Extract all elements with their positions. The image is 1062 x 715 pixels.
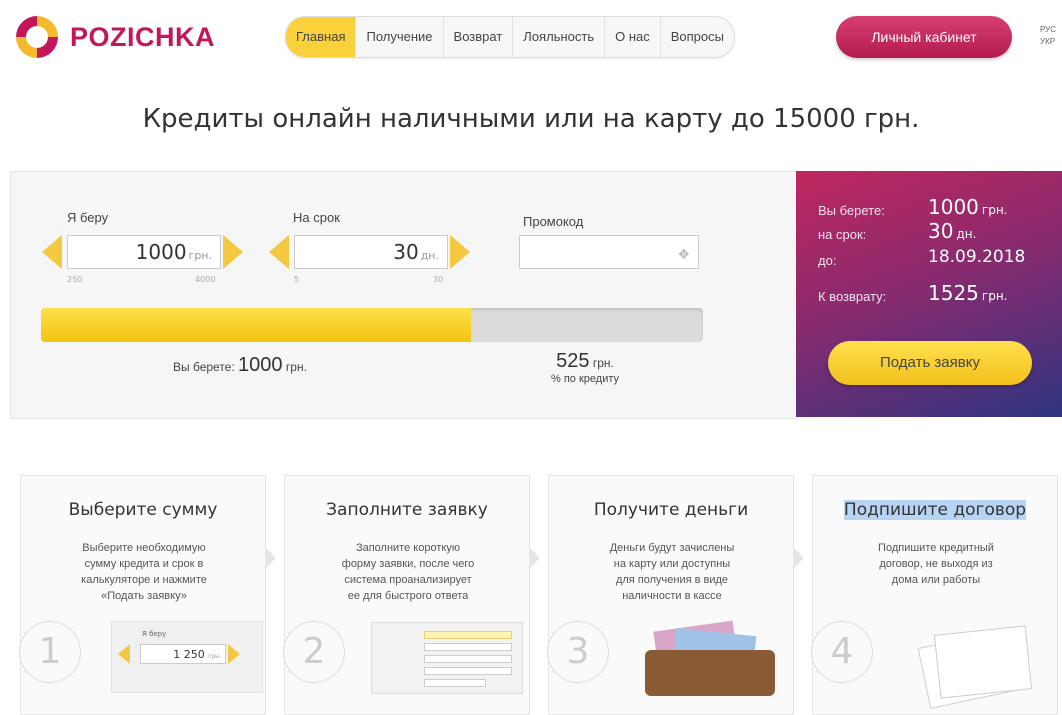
amount-decrease-arrow-icon[interactable] <box>42 235 62 269</box>
logo[interactable]: POZICHKA <box>10 10 215 64</box>
interest-summary: 525 грн. % по кредиту <box>535 350 635 385</box>
nav-item-home[interactable]: Главная <box>286 17 357 57</box>
mini-amount-value: 1 250 <box>173 648 205 661</box>
result-return-unit: грн. <box>981 289 1008 303</box>
lang-ua[interactable]: УКР <box>1040 36 1056 48</box>
lang-ru[interactable]: РУС <box>1040 24 1056 36</box>
step-connector-arrow-icon <box>266 548 276 568</box>
interest-caption: % по кредиту <box>551 373 619 385</box>
step-connector-arrow-icon <box>794 548 804 568</box>
result-until-label: до: <box>818 253 837 268</box>
result-term-label: на срок: <box>818 227 867 242</box>
result-return-amount: 1525 <box>928 281 979 305</box>
summary-amount-value: 1000 <box>238 354 283 376</box>
interest-unit: грн. <box>592 356 614 370</box>
amount-label: Я беру <box>67 210 109 225</box>
term-min: 5 <box>294 275 300 284</box>
mini-amount-unit: грн. <box>208 653 221 660</box>
step-title-text: Подпишите договор <box>843 500 1027 520</box>
term-max: 30 <box>433 275 444 284</box>
term-increase-arrow-icon[interactable] <box>450 235 470 269</box>
mini-amount-label: Я беру <box>142 630 167 638</box>
step-title: Выберите сумму <box>68 500 218 520</box>
nav-item-loyalty[interactable]: Лояльность <box>513 17 606 57</box>
result-take-value: 1000 грн. <box>928 195 1008 219</box>
summary-prefix: Вы берете: <box>173 360 235 374</box>
result-until-value: 18.09.2018 <box>928 247 1026 267</box>
step-number: 4 <box>811 621 873 683</box>
promo-label: Промокод <box>523 214 584 229</box>
wallet-money-icon <box>645 620 785 696</box>
interest-value: 525 <box>556 350 590 372</box>
step-title: Подпишите договор <box>813 500 1057 520</box>
step-illustration-calculator: Я беру 1 250 грн. <box>111 621 263 693</box>
step-description: Заполните короткую форму заявки, после ч… <box>341 542 475 602</box>
step-number: 1 <box>19 621 81 683</box>
amount-increase-arrow-icon[interactable] <box>223 235 243 269</box>
step-title: Заполните заявку <box>326 500 488 520</box>
loan-calculator: Я беру 1000 грн. 250 4000 На срок 30 дн. 5… <box>10 171 798 419</box>
summary-amount-unit: грн. <box>285 360 307 374</box>
step-illustration-form <box>371 622 523 694</box>
nav-item-about[interactable]: О нас <box>605 17 661 57</box>
nav-item-receiving[interactable]: Получение <box>356 17 444 57</box>
step-card-4: Подпишите договор Подпишите кредитный до… <box>811 475 1058 715</box>
result-take-label: Вы берете: <box>818 203 885 218</box>
step-description: Деньги будут зачислены на карту или дост… <box>609 542 735 602</box>
step-description: Выберите необходимую сумму кредита и сро… <box>81 542 207 602</box>
result-take-amount: 1000 <box>928 195 979 219</box>
step-description: Подпишите кредитный договор, не выходя и… <box>878 542 994 586</box>
step-connector-arrow-icon <box>530 548 540 568</box>
main-nav: Главная Получение Возврат Лояльность О н… <box>285 16 735 58</box>
promo-input[interactable]: ❖ <box>519 235 699 269</box>
amount-min: 250 <box>67 275 83 284</box>
result-take-unit: грн. <box>981 203 1008 217</box>
step-title: Получите деньги <box>593 500 749 520</box>
result-term-value: 30 дн. <box>928 219 976 243</box>
result-return-label: К возврату: <box>818 289 887 304</box>
result-term-amount: 30 <box>928 219 954 243</box>
term-unit: дн. <box>420 249 439 262</box>
mini-arrow-right-icon <box>228 644 240 664</box>
amount-slider[interactable] <box>41 308 703 342</box>
summary-amount: Вы берете: 1000 грн. <box>173 354 307 377</box>
result-term-unit: дн. <box>956 227 977 241</box>
personal-cabinet-button[interactable]: Личный кабинет <box>836 16 1012 58</box>
term-value: 30 <box>393 240 419 264</box>
mini-arrow-left-icon <box>118 644 130 664</box>
nav-item-faq[interactable]: Вопросы <box>661 17 734 57</box>
amount-value: 1000 <box>135 240 187 264</box>
amount-unit: грн. <box>188 249 212 262</box>
term-label: На срок <box>293 210 340 225</box>
page-headline: Кредиты онлайн наличными или на карту до… <box>142 104 920 134</box>
step-number: 2 <box>283 621 345 683</box>
logo-text: POZICHKA <box>70 21 215 52</box>
step-card-1: Выберите сумму Выберите необходимую сумм… <box>19 475 266 715</box>
language-switcher[interactable]: РУС УКР <box>1040 24 1056 48</box>
gift-icon: ❖ <box>677 247 690 263</box>
loan-result-panel: Вы берете: 1000 грн. на срок: 30 дн. до: 1… <box>796 171 1062 417</box>
mini-amount-box: 1 250 грн. <box>140 644 226 664</box>
contract-document-icon <box>917 625 1033 709</box>
term-decrease-arrow-icon[interactable] <box>269 235 289 269</box>
step-card-2: Заполните заявку Заполните короткую форм… <box>283 475 530 715</box>
term-input[interactable]: 30 дн. <box>294 235 448 269</box>
amount-input[interactable]: 1000 грн. <box>67 235 221 269</box>
nav-item-return[interactable]: Возврат <box>444 17 514 57</box>
logo-mark-icon <box>10 10 64 64</box>
amount-max: 4000 <box>195 275 216 284</box>
apply-button[interactable]: Подать заявку <box>828 341 1032 385</box>
step-card-3: Получите деньги Деньги будут зачислены н… <box>547 475 794 715</box>
step-number: 3 <box>547 621 609 683</box>
result-return-value: 1525 грн. <box>928 281 1008 305</box>
slider-fill <box>41 308 472 342</box>
